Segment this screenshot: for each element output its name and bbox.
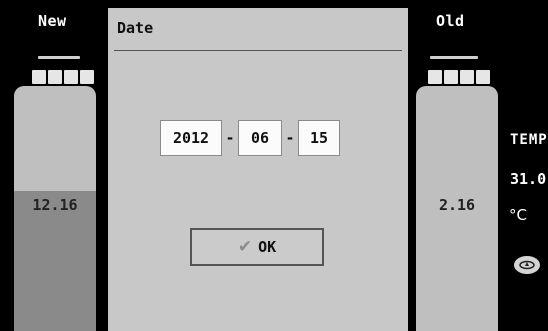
- cap-segment: [476, 70, 490, 84]
- date-separator: -: [225, 129, 235, 147]
- day-field[interactable]: 15: [298, 120, 340, 156]
- cap-segment: [32, 70, 46, 84]
- new-battery-value: 12.16: [32, 196, 78, 214]
- new-battery-gauge: 12.16: [14, 86, 96, 331]
- date-input-row: 2012 - 06 - 15: [160, 120, 340, 156]
- temp-value: 31.0: [510, 170, 547, 188]
- old-battery-value: 2.16: [438, 196, 476, 214]
- new-title-underline: [38, 56, 80, 59]
- cap-segment: [428, 70, 442, 84]
- old-panel-title: Old: [436, 12, 465, 30]
- date-separator: -: [285, 129, 295, 147]
- temp-unit: °C: [509, 206, 527, 224]
- ok-button-label: OK: [258, 238, 277, 256]
- year-field[interactable]: 2012: [160, 120, 222, 156]
- old-title-underline: [430, 56, 478, 59]
- cap-segment: [80, 70, 94, 84]
- check-icon: ✔: [237, 237, 253, 257]
- cap-segment: [444, 70, 458, 84]
- new-panel-title: New: [38, 12, 67, 30]
- oil-can-icon: [514, 256, 540, 274]
- cap-segment: [48, 70, 62, 84]
- old-battery-gauge: 2.16: [416, 86, 498, 331]
- dialog-divider: [114, 50, 402, 51]
- cap-segment: [64, 70, 78, 84]
- old-battery-cap: [428, 70, 490, 84]
- old-battery-panel: Old 2.16 TEMP 31.0 °C: [408, 0, 548, 331]
- month-field[interactable]: 06: [238, 120, 282, 156]
- date-dialog: Date 2012 - 06 - 15 ✔ OK: [108, 8, 408, 331]
- ok-button[interactable]: ✔ OK: [190, 228, 324, 266]
- new-battery-cap: [32, 70, 94, 84]
- new-battery-panel: New 12.16: [0, 0, 108, 331]
- cap-segment: [460, 70, 474, 84]
- temp-label: TEMP: [510, 132, 548, 148]
- dialog-title: Date: [117, 19, 154, 37]
